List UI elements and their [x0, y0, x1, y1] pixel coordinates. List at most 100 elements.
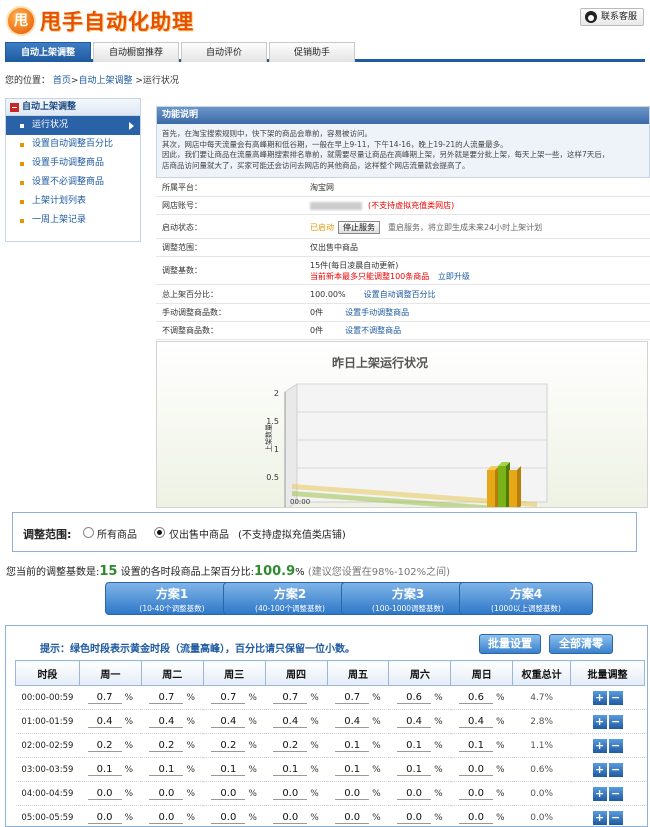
sidebar-header[interactable]: 自动上架调整	[6, 99, 140, 116]
radio-on-sale-items[interactable]	[154, 527, 165, 538]
minus-icon[interactable]: −	[608, 690, 623, 705]
percent-input[interactable]: 0.6	[397, 692, 432, 704]
plus-icon[interactable]: +	[592, 762, 607, 777]
sidebar-item-no-adjust[interactable]: 设置不必调整商品	[6, 173, 140, 192]
percent-input[interactable]: 0.1	[273, 764, 308, 776]
percent-input[interactable]: 0.4	[87, 716, 122, 728]
percent-input[interactable]: 0.4	[211, 716, 246, 728]
minus-icon[interactable]: −	[608, 762, 623, 777]
plus-icon[interactable]: +	[592, 786, 607, 801]
percent-input[interactable]: 0.7	[211, 692, 246, 704]
plus-icon[interactable]: +	[592, 714, 607, 729]
sidebar-item-auto-percent[interactable]: 设置自动调整百分比	[6, 135, 140, 154]
radio-all-items-label[interactable]: 所有商品	[97, 526, 137, 541]
percent-input[interactable]: 0.0	[397, 812, 432, 824]
set-manual-link[interactable]: 设置手动调整商品	[345, 308, 409, 317]
percent-input[interactable]: 0.2	[273, 740, 308, 752]
percent-unit: %	[124, 788, 134, 799]
percent-input[interactable]: 0.7	[273, 692, 308, 704]
percent-input[interactable]: 0.2	[149, 740, 184, 752]
contact-service-button[interactable]: 联系客服	[579, 8, 644, 26]
percent-input[interactable]: 0.4	[335, 716, 370, 728]
plus-icon[interactable]: +	[592, 690, 607, 705]
percent-input[interactable]: 0.0	[87, 788, 122, 800]
upgrade-link[interactable]: 立即升级	[438, 272, 470, 281]
tab-auto-window[interactable]: 自动橱窗推荐	[93, 42, 179, 62]
plan-1-button[interactable]: 方案1 (10-40个调整基数)	[105, 582, 239, 615]
percent-input[interactable]: 0.4	[397, 716, 432, 728]
percent-input[interactable]: 0.0	[211, 812, 246, 824]
percent-unit: %	[434, 740, 443, 751]
percent-cell: 0.2%	[203, 733, 266, 758]
percent-input[interactable]: 0.0	[149, 812, 184, 824]
percent-input[interactable]: 0.7	[335, 692, 370, 704]
percent-input[interactable]: 0.0	[87, 812, 122, 824]
sidebar-item-manual[interactable]: 设置手动调整商品	[6, 154, 140, 173]
plan-4-button[interactable]: 方案4 (1000以上调整基数)	[459, 582, 593, 615]
minus-icon[interactable]: −	[608, 714, 623, 729]
batch-set-button[interactable]: 批量设置	[479, 634, 541, 654]
percent-input[interactable]: 0.7	[149, 692, 184, 704]
percent-input[interactable]: 0.1	[87, 764, 122, 776]
percent-unit: %	[495, 692, 505, 703]
stop-service-button[interactable]: 停止服务	[338, 221, 380, 234]
percent-input[interactable]: 0.1	[458, 740, 493, 752]
base-prefix: 您当前的调整基数是:	[6, 567, 100, 578]
percent-input[interactable]: 0.1	[335, 740, 370, 752]
breadcrumb-home-link[interactable]: 首页	[53, 76, 71, 86]
percent-input[interactable]: 0.0	[211, 788, 246, 800]
tab-promo-helper[interactable]: 促销助手	[269, 42, 355, 62]
minus-icon[interactable]: −	[608, 786, 623, 801]
percent-input[interactable]: 0.0	[273, 788, 308, 800]
percent-unit: %	[124, 812, 134, 823]
clear-all-button[interactable]: 全部清零	[549, 634, 613, 654]
set-noadjust-link[interactable]: 设置不调整商品	[345, 326, 401, 335]
minus-icon[interactable]: −	[608, 738, 623, 753]
sidebar-item-status[interactable]: 运行状况	[6, 116, 140, 135]
percent-input[interactable]: 0.0	[458, 788, 493, 800]
percent-input[interactable]: 0.1	[335, 764, 370, 776]
percent-input[interactable]: 0.1	[397, 740, 432, 752]
tab-auto-listing[interactable]: 自动上架调整	[5, 42, 91, 62]
account-label: 网店账号：	[162, 201, 202, 210]
percent-input[interactable]: 0.4	[458, 716, 493, 728]
percent-input[interactable]: 0.6	[458, 692, 493, 704]
percent-cell: 0.0%	[450, 805, 513, 826]
percent-unit: %	[248, 788, 257, 799]
scope-label: 调整范围：	[162, 243, 202, 252]
percent-input[interactable]: 0.2	[211, 740, 246, 752]
percent-input[interactable]: 0.4	[149, 716, 184, 728]
plan-3-button[interactable]: 方案3 (100-1000调整基数)	[341, 582, 475, 615]
percent-input[interactable]: 0.1	[149, 764, 184, 776]
percent-input[interactable]: 0.0	[149, 788, 184, 800]
percent-input[interactable]: 0.0	[397, 788, 432, 800]
sidebar-item-label: 设置手动调整商品	[32, 158, 105, 168]
percent-input[interactable]: 0.0	[458, 764, 493, 776]
plus-icon[interactable]: +	[592, 810, 607, 825]
percent-unit: %	[310, 764, 319, 775]
sidebar-item-week-log[interactable]: 一周上架记录	[6, 211, 140, 230]
percent-cell: 0.1%	[203, 757, 266, 782]
minus-icon[interactable]: −	[608, 810, 623, 825]
percent-input[interactable]: 0.7	[87, 692, 122, 704]
percent-input[interactable]: 0.0	[335, 812, 370, 824]
percent-input[interactable]: 0.1	[211, 764, 246, 776]
sidebar-item-plan-list[interactable]: 上架计划列表	[6, 192, 140, 211]
percent-input[interactable]: 0.0	[273, 812, 308, 824]
percent-cell: 0.7%	[265, 685, 327, 710]
plus-icon[interactable]: +	[592, 738, 607, 753]
percent-input[interactable]: 0.0	[458, 812, 493, 824]
percent-input[interactable]: 0.1	[397, 764, 432, 776]
plan-2-button[interactable]: 方案2 (40-100个调整基数)	[223, 582, 357, 615]
col-mon: 周一	[78, 660, 142, 686]
percent-input[interactable]: 0.2	[87, 740, 122, 752]
percent-input[interactable]: 0.0	[335, 788, 370, 800]
radio-all-items[interactable]	[83, 527, 94, 538]
breadcrumb-section-link[interactable]: 自动上架调整	[78, 76, 132, 86]
radio-on-sale-items-label[interactable]: 仅出售中商品	[169, 526, 229, 541]
set-auto-percent-link[interactable]: 设置自动调整百分比	[364, 290, 436, 299]
tab-auto-review[interactable]: 自动评价	[181, 42, 267, 62]
percent-cell: 0.1%	[265, 757, 327, 782]
chart-svg: 2 1.5 1 0.5 上架数量 00:00	[264, 383, 548, 507]
percent-input[interactable]: 0.4	[273, 716, 308, 728]
